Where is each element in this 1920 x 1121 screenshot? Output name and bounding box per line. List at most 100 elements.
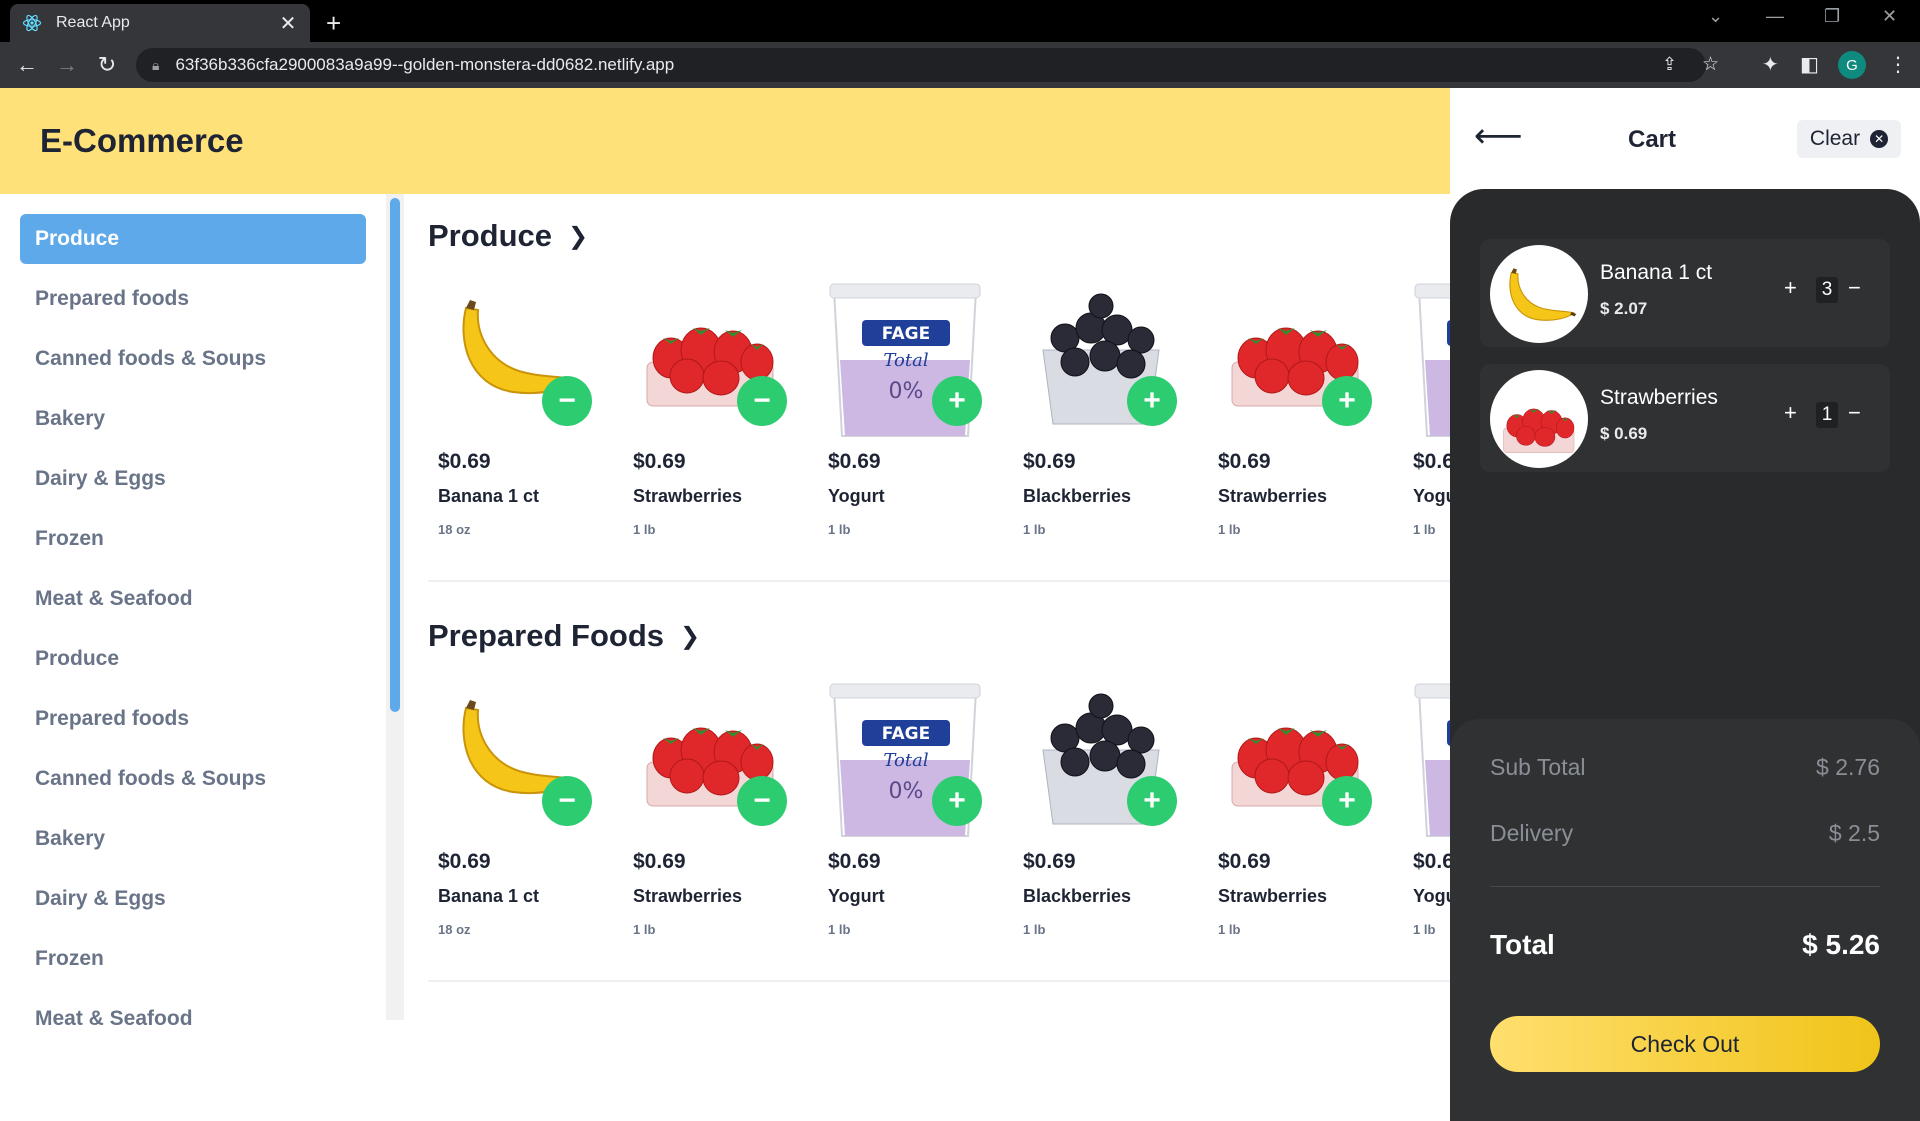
menu-icon[interactable]: ⋮	[1888, 52, 1908, 77]
cart-item-image	[1490, 245, 1588, 343]
cart-item: Banana 1 ct $ 2.07 +3−	[1480, 239, 1890, 347]
product-card[interactable]: FAGETotal0%+$0.69Yogurt1 lb	[818, 280, 993, 560]
close-window-icon[interactable]: ✕	[1882, 6, 1897, 27]
product-card[interactable]: + $0.69 Blackberries 1 lb	[1013, 280, 1188, 560]
sidebar-scroll-thumb[interactable]	[390, 198, 400, 712]
sidebar-category-item[interactable]: Bakery	[20, 394, 366, 444]
extensions-icon[interactable]: ✦	[1762, 52, 1779, 77]
product-image: FAGETotal0%	[1403, 280, 1450, 440]
sidebar-category-item[interactable]: Meat & Seafood	[20, 574, 366, 624]
product-unit: 1 lb	[1413, 522, 1436, 537]
sidebar-category-item[interactable]: Bakery	[20, 814, 366, 864]
cart-items-container: Strawberries $ 0.69 +1− Banana 1 ct $ 2.07 +3…	[1450, 189, 1920, 1121]
product-card[interactable]: + $0.69 Strawberries 1 lb	[1208, 280, 1383, 560]
app-header: E-Commerce	[0, 88, 1450, 194]
sidebar-category-item[interactable]: Prepared foods	[20, 274, 366, 324]
clear-cart-button[interactable]: Clear ✕	[1797, 120, 1901, 158]
product-card[interactable]: + $0.69 Blackberries 1 lb	[1013, 680, 1188, 960]
add-to-cart-button[interactable]: +	[1127, 376, 1177, 426]
product-price: $0.69	[438, 850, 491, 873]
cart-item-price: $ 0.69	[1600, 424, 1648, 443]
chevron-right-icon: ❯	[568, 222, 589, 250]
sidebar-category-item[interactable]: Dairy & Eggs	[20, 874, 366, 924]
delivery-value: $ 2.5	[1828, 820, 1880, 846]
product-name: Yogurt	[1413, 886, 1450, 906]
address-bar[interactable]: 🔒︎ 63f36b336cfa2900083a9a99--golden-mons…	[136, 48, 1719, 82]
section-title[interactable]: Prepared Foods ❯	[428, 618, 700, 654]
svg-text:0%: 0%	[889, 379, 924, 404]
close-tab-icon[interactable]: ✕	[278, 11, 298, 36]
decrease-quantity-icon[interactable]: −	[1848, 275, 1861, 301]
sidebar-category-item[interactable]: Dairy & Eggs	[20, 454, 366, 504]
app: E-Commerce Produce Prepared foods Canned f…	[0, 88, 1920, 1121]
forward-icon[interactable]: →	[54, 52, 80, 78]
remove-from-cart-button[interactable]: −	[542, 776, 592, 826]
back-icon[interactable]: ←	[14, 52, 40, 78]
add-to-cart-button[interactable]: +	[1127, 776, 1177, 826]
cart-title: Cart	[1627, 126, 1676, 153]
product-card[interactable]: − $0.69 Strawberries 1 lb	[623, 680, 798, 960]
sidebar-scrollbar[interactable]	[386, 194, 404, 1020]
subtotal-row: Sub Total $ 2.76	[1490, 754, 1880, 781]
product-price: $0.69	[1023, 850, 1076, 873]
browser-tab[interactable]: React App ✕	[10, 4, 310, 42]
product-price: $0.69	[1413, 850, 1450, 873]
sidebar-category-item[interactable]: Prepared foods	[20, 694, 366, 744]
product-name: Strawberries	[1218, 486, 1328, 506]
share-icon[interactable]: ⇪	[1662, 54, 1677, 75]
remove-from-cart-button[interactable]: −	[737, 376, 787, 426]
total-label: Total	[1490, 929, 1555, 960]
increase-quantity-icon[interactable]: +	[1784, 275, 1797, 301]
sidebar-category-item[interactable]: Frozen	[20, 934, 366, 984]
tab-search-icon[interactable]: ⌄	[1708, 6, 1723, 27]
product-card[interactable]: FAGETotal0%+$0.69Yogurt1 lb	[818, 680, 993, 960]
product-card[interactable]: + $0.69 Strawberries 1 lb	[1208, 680, 1383, 960]
cart-summary: Sub Total $ 2.76 Delivery $ 2.5 Total $ …	[1450, 719, 1920, 1121]
remove-from-cart-button[interactable]: −	[542, 376, 592, 426]
react-logo-icon	[22, 13, 42, 33]
product-unit: 1 lb	[1023, 922, 1046, 937]
product-card[interactable]: FAGETotal0%+$0.69Yogurt1 lb	[1403, 680, 1450, 960]
add-to-cart-button[interactable]: +	[1322, 376, 1372, 426]
product-name: Strawberries	[633, 886, 743, 906]
add-to-cart-button[interactable]: +	[932, 776, 982, 826]
add-to-cart-button[interactable]: +	[932, 376, 982, 426]
side-panel-icon[interactable]: ◧	[1800, 52, 1819, 77]
add-to-cart-button[interactable]: +	[1322, 776, 1372, 826]
remove-from-cart-button[interactable]: −	[737, 776, 787, 826]
product-name: Banana 1 ct	[438, 886, 540, 906]
bookmark-star-icon[interactable]: ☆	[1702, 53, 1719, 76]
restore-icon[interactable]: ❐	[1824, 6, 1840, 27]
reload-icon[interactable]: ↻	[94, 52, 120, 78]
sidebar-category-item[interactable]: Meat & Seafood	[20, 994, 366, 1044]
increase-quantity-icon[interactable]: +	[1784, 400, 1797, 426]
sidebar-category-item[interactable]: Canned foods & Soups	[20, 334, 366, 384]
product-name: Strawberries	[1218, 886, 1328, 906]
clear-x-icon: ✕	[1870, 130, 1889, 148]
cart-item-quantity: 3	[1816, 277, 1838, 303]
product-card[interactable]: − $0.69 Strawberries 1 lb	[623, 280, 798, 560]
product-card[interactable]: − $0.69 Banana 1 ct 18 oz	[428, 280, 603, 560]
product-unit: 18 oz	[438, 922, 471, 937]
product-card[interactable]: FAGETotal0%+$0.69Yogurt1 lb	[1403, 280, 1450, 560]
cart-item: Strawberries $ 0.69 +1−	[1480, 364, 1890, 472]
total-row: Total $ 5.26	[1490, 929, 1880, 961]
sidebar-category-item[interactable]: Produce	[20, 634, 366, 684]
decrease-quantity-icon[interactable]: −	[1848, 400, 1861, 426]
minimize-icon[interactable]: —	[1766, 6, 1784, 27]
svg-text:FAGE: FAGE	[882, 724, 930, 744]
section-title-text: Produce	[428, 218, 553, 253]
section-title[interactable]: Produce ❯	[428, 218, 588, 254]
category-sidebar: Produce Prepared foods Canned foods & Soup…	[0, 194, 386, 1030]
new-tab-icon[interactable]: +	[326, 8, 341, 39]
checkout-button[interactable]: Check Out	[1490, 1016, 1880, 1072]
product-price: $0.69	[1023, 450, 1076, 473]
sidebar-category-item[interactable]: Frozen	[20, 514, 366, 564]
product-card[interactable]: − $0.69 Banana 1 ct 18 oz	[428, 680, 603, 960]
browser-tab-title: React App	[56, 14, 130, 31]
profile-avatar[interactable]: G	[1838, 51, 1866, 79]
product-name: Yogurt	[1413, 486, 1450, 506]
chevron-right-icon: ❯	[680, 622, 701, 650]
sidebar-category-item[interactable]: Canned foods & Soups	[20, 754, 366, 804]
sidebar-category-item[interactable]: Produce	[20, 214, 366, 264]
